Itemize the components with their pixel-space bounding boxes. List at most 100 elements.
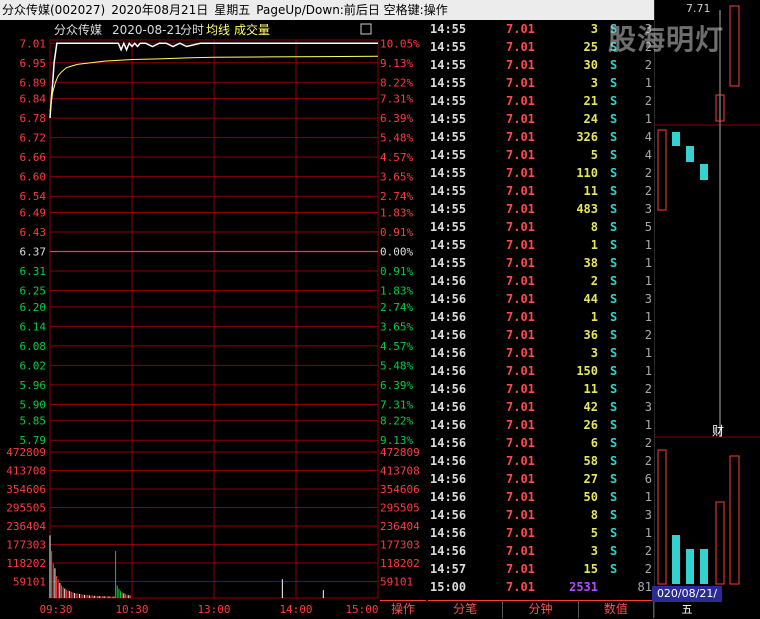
volume-tick-label-right: 236404 xyxy=(380,520,420,533)
tick-count: 1 xyxy=(644,346,652,360)
tick-count: 1 xyxy=(644,310,652,324)
tick-row: 14:56 7.01 27 S 6 xyxy=(428,470,654,488)
tick-time: 14:55 xyxy=(430,112,467,126)
tick-volume: 1 xyxy=(590,238,598,252)
pct-tick-label: 5.48% xyxy=(380,359,413,372)
volume-tick-label-right: 472809 xyxy=(380,446,420,459)
price-tick-label: 6.08 xyxy=(20,340,47,353)
tick-volume: 15 xyxy=(583,562,598,576)
tick-volume: 11 xyxy=(583,184,598,198)
time-label: 15:00 xyxy=(345,603,378,616)
tick-side: S xyxy=(610,130,618,144)
pct-tick-label: 2.74% xyxy=(380,301,413,314)
tick-count: 6 xyxy=(644,472,652,486)
tick-side: S xyxy=(610,148,618,162)
tick-row: 14:55 7.01 30 S 2 xyxy=(428,56,654,74)
tick-time: 14:55 xyxy=(430,40,467,54)
tick-time: 14:55 xyxy=(430,238,467,252)
tick-time: 14:56 xyxy=(430,508,467,522)
tick-count: 2 xyxy=(644,184,652,198)
tick-list[interactable]: 14:55 7.01 3 S 3 14:55 7.01 25 S 2 14:55 7.01 30 S 2 14… xyxy=(428,20,654,598)
volume-tick-label: 354606 xyxy=(6,483,46,496)
tick-time: 14:56 xyxy=(430,382,467,396)
tick-row: 14:55 7.01 483 S 3 xyxy=(428,200,654,218)
price-tick-label: 6.25 xyxy=(20,285,47,298)
intraday-chart[interactable]: 分众传媒 2020-08-21分时 均线 成交量 7.01 10.05% 6.95 9.13%… xyxy=(0,20,428,618)
price-tick-label: 6.60 xyxy=(20,171,47,184)
tick-price: 7.01 xyxy=(506,382,535,396)
tick-time: 14:55 xyxy=(430,202,467,216)
tick-side: S xyxy=(610,94,618,108)
tick-volume: 26 xyxy=(583,418,598,432)
tick-price: 7.01 xyxy=(506,184,535,198)
tick-count: 2 xyxy=(644,454,652,468)
tick-time: 14:56 xyxy=(430,454,467,468)
price-tick-label: 6.95 xyxy=(20,57,47,70)
operate-tab[interactable]: 操作 xyxy=(380,600,426,619)
tick-price: 7.01 xyxy=(506,238,535,252)
price-tick-label: 6.72 xyxy=(20,132,47,145)
tick-side: S xyxy=(610,490,618,504)
tick-volume: 11 xyxy=(583,382,598,396)
tick-row: 14:56 7.01 26 S 1 xyxy=(428,416,654,434)
tick-count: 2 xyxy=(644,166,652,180)
pct-tick-label: 6.39% xyxy=(380,112,413,125)
time-label: 14:00 xyxy=(279,603,312,616)
tick-volume: 5 xyxy=(590,526,598,540)
volume-tick-label-right: 354606 xyxy=(380,483,420,496)
tick-side: S xyxy=(610,184,618,198)
tick-count: 81 xyxy=(637,580,652,594)
tick-side: S xyxy=(610,220,618,234)
tick-side: S xyxy=(610,310,618,324)
tick-count: 1 xyxy=(644,490,652,504)
tick-row: 14:56 7.01 8 S 3 xyxy=(428,506,654,524)
tab-fenbi[interactable]: 分笔 xyxy=(428,600,504,618)
chart-header-vol: 成交量 xyxy=(234,22,270,37)
kline-date-label: 020/08/21/五 xyxy=(652,586,722,616)
tick-count: 3 xyxy=(644,202,652,216)
tick-time: 14:56 xyxy=(430,292,467,306)
tick-time: 15:00 xyxy=(430,580,467,594)
tick-time: 14:56 xyxy=(430,436,467,450)
price-tick-label: 6.43 xyxy=(20,226,47,239)
kline-panel[interactable] xyxy=(654,0,760,618)
tick-count: 1 xyxy=(644,274,652,288)
tick-price: 7.01 xyxy=(506,274,535,288)
time-label: 10:30 xyxy=(115,603,148,616)
price-tick-label: 6.66 xyxy=(20,151,47,164)
tick-side: S xyxy=(610,76,618,90)
volume-tick-label: 236404 xyxy=(6,520,46,533)
tick-count: 3 xyxy=(644,400,652,414)
pct-tick-label: 5.48% xyxy=(380,132,413,145)
price-tick-label: 6.02 xyxy=(20,359,47,372)
tick-price: 7.01 xyxy=(506,256,535,270)
title-weekday: 星期五 xyxy=(214,3,251,17)
pct-tick-label: 2.74% xyxy=(380,190,413,203)
tick-price: 7.01 xyxy=(506,436,535,450)
tick-volume: 25 xyxy=(583,40,598,54)
tick-side: S xyxy=(610,238,618,252)
tick-count: 4 xyxy=(644,148,652,162)
chart-header-name: 分众传媒 xyxy=(54,22,102,37)
tick-count: 2 xyxy=(644,328,652,342)
tick-volume: 483 xyxy=(576,202,598,216)
tick-volume: 5 xyxy=(590,148,598,162)
tick-volume: 38 xyxy=(583,256,598,270)
pct-tick-label: 0.91% xyxy=(380,226,413,239)
tick-price: 7.01 xyxy=(506,544,535,558)
time-label: 09:30 xyxy=(39,603,72,616)
tick-side: S xyxy=(610,382,618,396)
tab-shuzhi[interactable]: 数值 xyxy=(578,600,654,618)
tick-count: 1 xyxy=(644,418,652,432)
tick-side: S xyxy=(610,202,618,216)
volume-tick-label: 59101 xyxy=(13,576,46,589)
tick-price: 7.01 xyxy=(506,364,535,378)
tick-price: 7.01 xyxy=(506,292,535,306)
tick-side: S xyxy=(610,562,618,576)
volume-tick-label: 118202 xyxy=(6,557,46,570)
tab-fenzhong[interactable]: 分钟 xyxy=(503,600,579,618)
tick-count: 5 xyxy=(644,220,652,234)
tick-volume: 21 xyxy=(583,94,598,108)
volume-tick-label-right: 59101 xyxy=(380,576,413,589)
tick-row: 14:56 7.01 44 S 3 xyxy=(428,290,654,308)
